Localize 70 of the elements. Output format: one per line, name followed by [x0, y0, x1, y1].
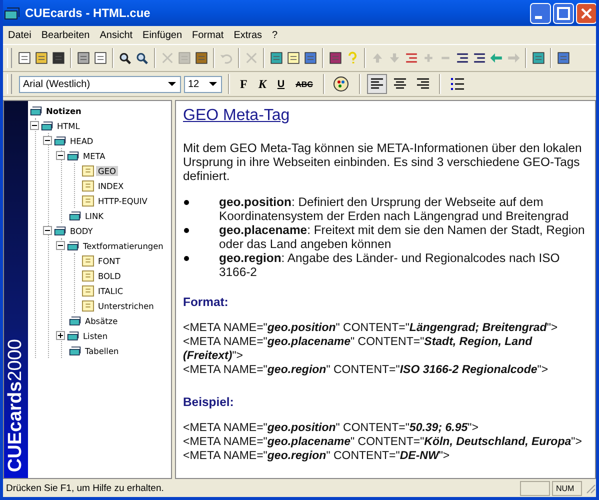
- document-title: GEO Meta-Tag: [183, 107, 291, 125]
- section-heading: Format:: [183, 295, 230, 309]
- font-dropdown[interactable]: Arial (Westlich): [19, 76, 181, 92]
- intro-paragraph: Mit dem GEO Meta-Tag können sie META-Informationen über den lokalen Ursprung in ihre Webseiten einbinden. Es sind 3 verschiedene GEO-Tags definiert.: [183, 141, 583, 183]
- resize-grip-icon[interactable]: [584, 482, 596, 494]
- menu-item[interactable]: Datei: [3, 30, 36, 40]
- tree-item[interactable]: Listen: [81, 330, 110, 340]
- tree-item[interactable]: Notizen: [44, 106, 84, 116]
- tree-item[interactable]: LINK: [83, 210, 106, 220]
- tree-item[interactable]: ITALIC: [96, 286, 126, 296]
- collapse-toggle[interactable]: [56, 151, 65, 160]
- tree-item[interactable]: HEAD: [68, 136, 96, 146]
- tree-item[interactable]: HTML: [55, 120, 82, 130]
- bullet-icon: [184, 256, 189, 261]
- status-indicator: NUM: [552, 480, 582, 496]
- code-line: <META NAME="geo.position" CONTENT="Längengrad; Breitengrad">: [183, 321, 559, 335]
- collapse-toggle[interactable]: [30, 121, 39, 130]
- collapse-toggle[interactable]: [43, 226, 52, 235]
- format-button[interactable]: F: [236, 74, 252, 94]
- menu-item[interactable]: Einfügen: [138, 30, 188, 40]
- menu-item[interactable]: Format: [187, 30, 229, 40]
- format-button[interactable]: K: [254, 74, 270, 94]
- brand-year: 2000: [5, 338, 26, 382]
- close-button[interactable]: [576, 2, 596, 24]
- tree-item[interactable]: BOLD: [96, 270, 123, 280]
- tree-item[interactable]: BODY: [68, 226, 95, 236]
- menu-item[interactable]: ?: [267, 30, 283, 40]
- collapse-toggle[interactable]: [43, 136, 52, 145]
- code-line: <META NAME="geo.placename" CONTENT="Köln, Deutschland, Europa">: [183, 435, 583, 449]
- tree-item[interactable]: HTTP-EQUIV: [96, 196, 150, 206]
- code-line: <META NAME="geo.position" CONTENT="50.39; 6.95">: [183, 421, 480, 435]
- note-icon: [82, 194, 94, 206]
- menu-item[interactable]: Extras: [228, 30, 268, 40]
- bullet-icon: [184, 228, 189, 233]
- note-icon: [82, 270, 94, 282]
- format-button[interactable]: U: [273, 74, 289, 94]
- note-icon: [82, 284, 94, 296]
- tree-item[interactable]: META: [81, 150, 108, 160]
- app-icon: [4, 6, 20, 20]
- menu-item[interactable]: Ansicht: [94, 30, 138, 40]
- collapse-toggle[interactable]: [56, 241, 65, 250]
- status-text: Drücken Sie F1, um Hilfe zu erhalten.: [5, 482, 165, 494]
- align-left-icon[interactable]: [366, 74, 387, 94]
- section-heading: Beispiel:: [183, 395, 235, 409]
- bullet-icon: [184, 200, 189, 205]
- list-item: geo.region: Angabe des Länder- und Regionalcodes nach ISO 3166-2: [219, 251, 561, 279]
- menu-item[interactable]: Bearbeiten: [36, 30, 95, 40]
- dropdown-arrow-icon: [209, 82, 217, 86]
- maximize-button[interactable]: [553, 2, 574, 24]
- minimize-button[interactable]: [530, 2, 551, 24]
- dropdown-arrow-icon: [168, 82, 176, 86]
- note-icon: [82, 180, 94, 192]
- note-icon: [82, 300, 94, 312]
- code-line: <META NAME="geo.region" CONTENT="DE-NW">: [183, 449, 451, 463]
- tree-item[interactable]: INDEX: [96, 180, 126, 190]
- font-size-dropdown[interactable]: 12: [184, 76, 222, 92]
- tree-item[interactable]: GEO: [96, 166, 118, 176]
- tree-item[interactable]: Textformatierungen: [81, 240, 166, 250]
- note-icon: [82, 254, 94, 266]
- tree-item[interactable]: FONT: [96, 256, 122, 266]
- code-line: <META NAME="geo.region" CONTENT="ISO 3166-2 Regionalcode">: [183, 363, 550, 377]
- tree-item[interactable]: Absätze: [83, 316, 120, 326]
- tree-item[interactable]: Unterstrichen: [96, 300, 156, 310]
- tree-item[interactable]: Tabellen: [83, 346, 121, 356]
- status-panel: [520, 480, 550, 496]
- window-title: CUEcards - HTML.cue: [25, 6, 152, 20]
- format-button[interactable]: ABC: [292, 74, 317, 94]
- note-icon: [82, 164, 94, 176]
- expand-toggle[interactable]: [56, 331, 65, 340]
- brand-name: CUEcards: [5, 381, 26, 472]
